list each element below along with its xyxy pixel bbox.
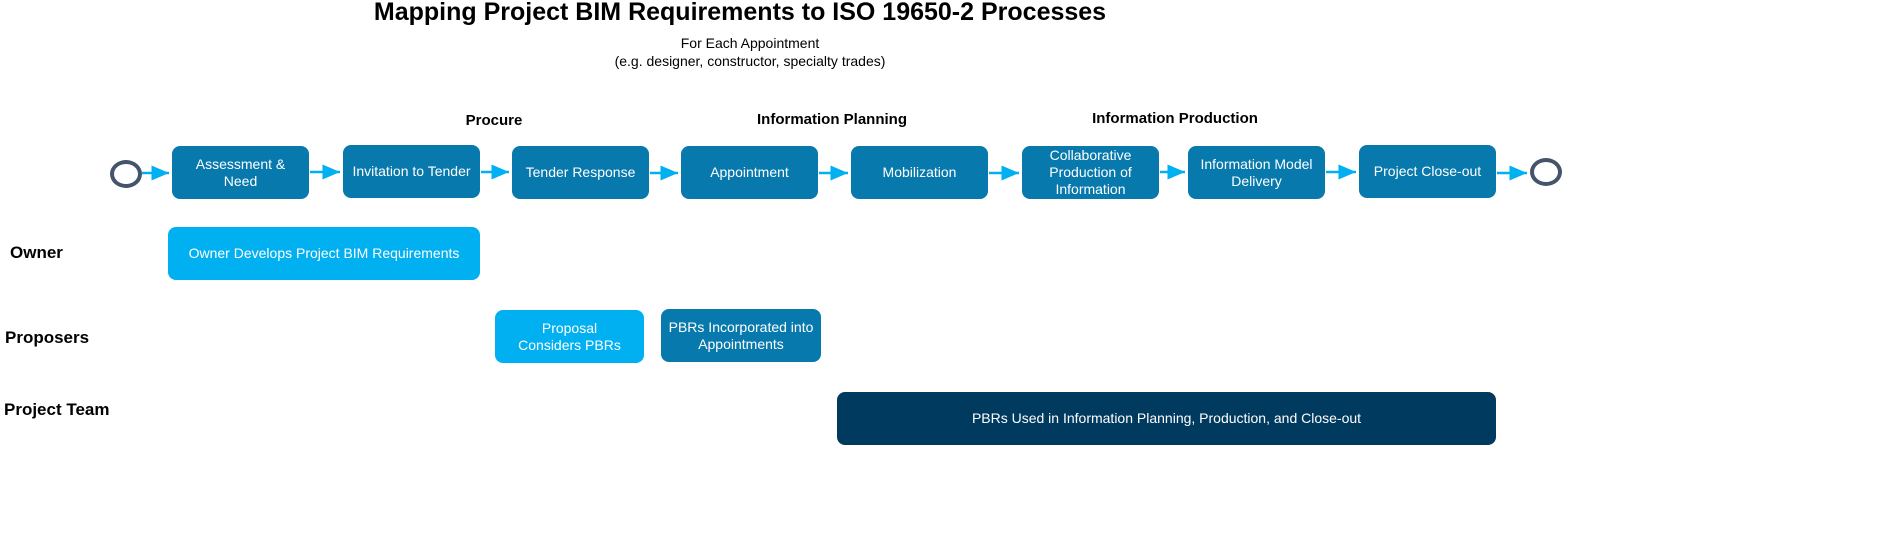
activity-pbrs-incorporated-into-appointments[interactable]: PBRs Incorporated into Appointments — [661, 309, 821, 362]
lane-label-owner: Owner — [10, 243, 63, 262]
lane-label-proposers: Proposers — [5, 328, 90, 347]
step-mobilization[interactable]: Mobilization — [851, 146, 988, 199]
activity-proposal-considers-pbrs[interactable]: Proposal Considers PBRs — [495, 310, 644, 363]
activity-pbrs-used-in-planning-production-closeout[interactable]: PBRs Used in Information Planning, Produ… — [837, 392, 1496, 445]
step-collaborative-production[interactable]: Collaborative Production of Information — [1022, 146, 1159, 199]
end-event-circle — [1530, 158, 1562, 186]
step-project-close-out[interactable]: Project Close-out — [1359, 145, 1496, 198]
step-appointment[interactable]: Appointment — [681, 146, 818, 199]
start-event-circle — [110, 160, 142, 188]
step-assessment-need[interactable]: Assessment & Need — [172, 146, 309, 199]
activity-owner-develops-pbrs[interactable]: Owner Develops Project BIM Requirements — [168, 227, 480, 280]
step-tender-response[interactable]: Tender Response — [512, 146, 649, 199]
lane-label-project-team: Project Team — [4, 400, 110, 419]
step-information-model-delivery[interactable]: Information Model Delivery — [1188, 146, 1325, 199]
step-invitation-to-tender[interactable]: Invitation to Tender — [343, 145, 480, 198]
